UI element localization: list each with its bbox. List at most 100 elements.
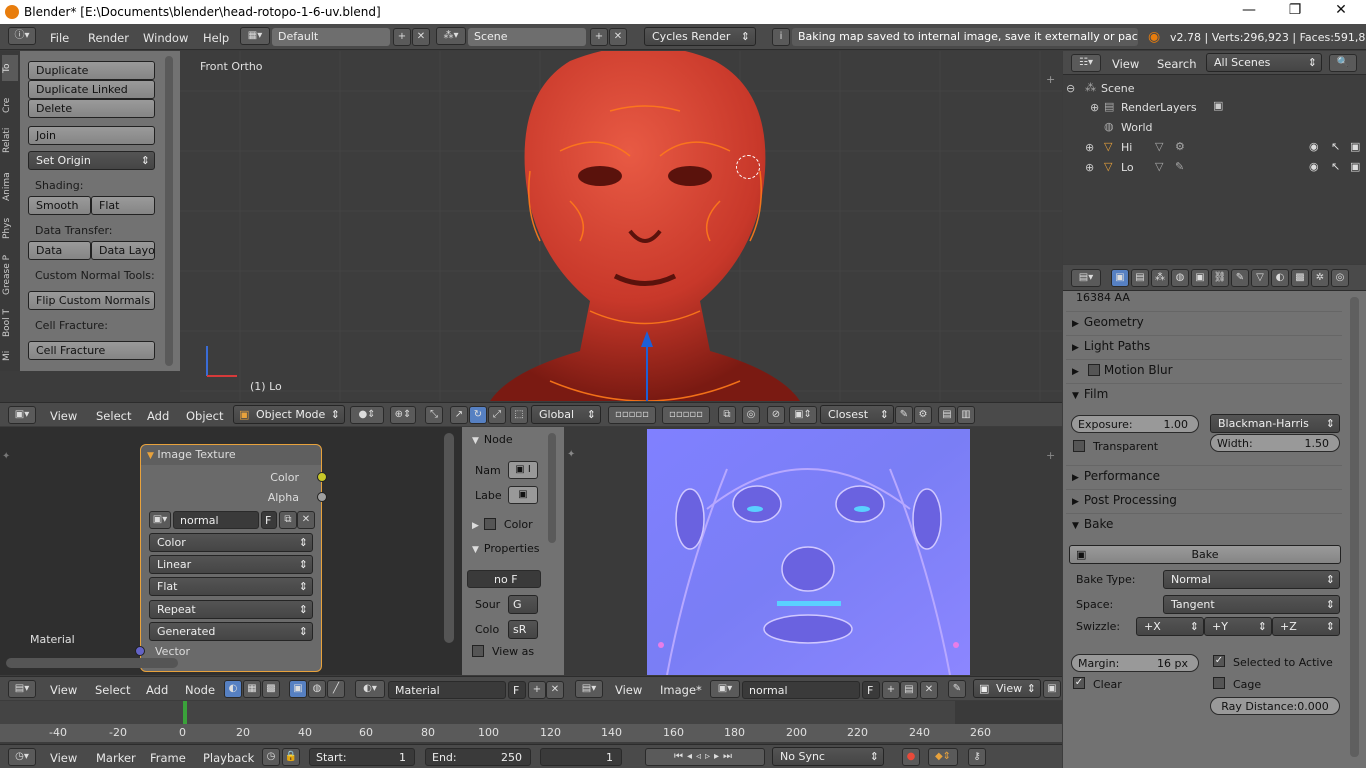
menu-file[interactable]: File — [50, 31, 69, 45]
viewport-shading-icon[interactable]: ●⇕ — [350, 406, 384, 424]
cell-fracture-button[interactable]: Cell Fracture — [28, 341, 155, 360]
bake-panel-header[interactable]: ▼ Bake — [1066, 513, 1342, 535]
exposure-field[interactable]: Exposure: 1.00 — [1071, 415, 1199, 433]
menu-window[interactable]: Window — [143, 31, 188, 45]
close-window-button[interactable]: ✕ — [1318, 2, 1364, 22]
particles-tab-icon[interactable]: ✲ — [1311, 269, 1329, 287]
image-draw-channels-icon[interactable]: ▣ — [1043, 680, 1061, 698]
data-layout-button[interactable]: Data Layo — [91, 241, 155, 260]
node-menu-node[interactable]: Node — [185, 683, 215, 697]
material-unlink-icon[interactable]: ✕ — [546, 681, 564, 699]
render-animation-icon[interactable]: ▥ — [957, 406, 975, 424]
smooth-button[interactable]: Smooth — [28, 196, 91, 215]
margin-field[interactable]: Margin: 16 px — [1071, 654, 1199, 672]
add-scene-icon[interactable]: + — [590, 28, 608, 46]
image-open-header-icon[interactable]: ▤ — [900, 681, 918, 699]
screen-layout-field[interactable]: Default — [272, 28, 390, 46]
proportional-edit-icon[interactable]: ◎ — [742, 406, 760, 424]
transparent-checkbox[interactable] — [1073, 440, 1085, 452]
hi-render-icon[interactable]: ▣ — [1350, 140, 1360, 153]
tool-shelf-scrollbar[interactable] — [165, 56, 173, 366]
projection-select[interactable]: Flat ⇕ — [149, 577, 313, 596]
timeline-menu-frame[interactable]: Frame — [150, 751, 186, 765]
performance-panel-header[interactable]: ▶ Performance — [1066, 465, 1342, 487]
hi-selectable-icon[interactable]: ↖ — [1331, 140, 1340, 153]
filter-width-field[interactable]: Width: 1.50 — [1210, 434, 1340, 452]
scale-icon[interactable]: ⬚ — [510, 406, 528, 424]
normal-space-select[interactable]: Tangent ⇕ — [1163, 595, 1340, 614]
lo-selectable-icon[interactable]: ↖ — [1331, 160, 1340, 173]
node-editor-corner-icon[interactable]: ✦ — [2, 451, 10, 462]
view-as-checkbox[interactable] — [472, 645, 484, 657]
light-paths-panel-header[interactable]: ▶ Light Paths — [1066, 335, 1342, 357]
outliner-type-icon[interactable]: ☷▾ — [1071, 54, 1101, 72]
maximize-button[interactable]: ❐ — [1272, 2, 1318, 22]
motion-blur-panel-header[interactable]: ▶ Motion Blur — [1066, 359, 1342, 381]
pin-image-icon[interactable]: ✎ — [948, 680, 966, 698]
tab-physics[interactable]: Phys — [2, 203, 18, 239]
image-texture-node[interactable]: ▼ Image Texture Color Alpha ▣▾ normal F … — [135, 444, 327, 672]
timeline-menu-view[interactable]: View — [50, 751, 77, 765]
object-shader-icon[interactable]: ▣ — [289, 680, 307, 698]
node-menu-add[interactable]: Add — [146, 683, 168, 697]
viewport-menu-view[interactable]: View — [50, 409, 77, 423]
head-model[interactable] — [470, 51, 820, 401]
color-output-socket[interactable] — [317, 472, 327, 482]
set-origin-select[interactable]: Set Origin ⇕ — [28, 151, 155, 170]
snap-align-icon[interactable]: ✎ — [895, 406, 913, 424]
timeline-menu-playback[interactable]: Playback — [203, 751, 254, 765]
properties-type-icon[interactable]: ▤▾ — [1071, 269, 1101, 287]
material-fake-user-button[interactable]: F — [508, 681, 526, 699]
modifiers-tab-icon[interactable]: ✎ — [1231, 269, 1249, 287]
data-tab-icon[interactable]: ▽ — [1251, 269, 1269, 287]
image-editor-mode-select[interactable]: ▣ View ⇕ — [973, 679, 1041, 698]
auto-keyframe-icon[interactable]: ● — [902, 748, 920, 766]
duplicate-button[interactable]: Duplicate — [28, 61, 155, 80]
image-editor-type-icon[interactable]: ▤▾ — [575, 680, 603, 698]
image-unlink-header-icon[interactable]: ✕ — [920, 681, 938, 699]
compositing-nodes-icon[interactable]: ▦ — [243, 680, 261, 698]
bake-button[interactable]: ▣ Bake — [1069, 545, 1341, 564]
bake-type-select[interactable]: Normal ⇕ — [1163, 570, 1340, 589]
outliner-renderlayers[interactable]: RenderLayers — [1121, 101, 1197, 114]
scene-tab-icon[interactable]: ⁂ — [1151, 269, 1169, 287]
tab-misc[interactable]: Mi — [2, 341, 18, 361]
texture-tab-icon[interactable]: ▩ — [1291, 269, 1309, 287]
node-name-field[interactable]: ▣ I — [508, 461, 538, 479]
image-new-icon[interactable]: ⧉ — [279, 511, 297, 529]
selected-to-active-checkbox[interactable]: ✓ — [1213, 655, 1225, 667]
lo-modifier-icon[interactable]: ✎ — [1175, 160, 1184, 173]
delete-button[interactable]: Delete — [28, 99, 155, 118]
film-panel-header[interactable]: ▼ Film — [1066, 383, 1342, 405]
swizzle-b-select[interactable]: +Z ⇕ — [1272, 617, 1340, 636]
snap-toggle-icon[interactable]: ⊘ — [767, 406, 785, 424]
texture-nodes-icon[interactable]: ▩ — [262, 680, 280, 698]
viewport-corner-icon[interactable]: + — [1046, 73, 1055, 86]
source-short-select[interactable]: G — [508, 595, 538, 614]
material-browse-icon[interactable]: ◐▾ — [355, 680, 385, 698]
image-editor-corner-plus-icon[interactable]: + — [1046, 449, 1055, 462]
viewport-menu-add[interactable]: Add — [147, 409, 169, 423]
motion-blur-checkbox[interactable] — [1088, 364, 1100, 376]
sync-mode-select[interactable]: No Sync ⇕ — [772, 747, 884, 766]
color-short-select[interactable]: sR — [508, 620, 538, 639]
scene-expand-icon[interactable]: ⊖ — [1066, 82, 1075, 95]
scene-field[interactable]: Scene — [468, 28, 586, 46]
line-style-icon[interactable]: ╱ — [327, 680, 345, 698]
color-panel-header[interactable]: ▶ Color — [472, 518, 533, 531]
current-frame-field[interactable]: 1 — [540, 748, 622, 766]
world-tab-icon[interactable]: ◍ — [1171, 269, 1189, 287]
swizzle-g-select[interactable]: +Y ⇕ — [1204, 617, 1272, 636]
swizzle-r-select[interactable]: +X ⇕ — [1136, 617, 1204, 636]
tab-bool-tool[interactable]: Bool T — [2, 297, 18, 337]
image-menu-image[interactable]: Image* — [660, 683, 702, 697]
clear-checkbox[interactable]: ✓ — [1073, 677, 1085, 689]
outliner-lo[interactable]: Lo — [1121, 161, 1134, 174]
object-tab-icon[interactable]: ▣ — [1191, 269, 1209, 287]
viewport-menu-object[interactable]: Object — [186, 409, 223, 423]
join-button[interactable]: Join — [28, 126, 155, 145]
post-processing-panel-header[interactable]: ▶ Post Processing — [1066, 489, 1342, 511]
extension-select[interactable]: Repeat ⇕ — [149, 600, 313, 619]
renderlayers-expand-icon[interactable]: ⊕ — [1090, 101, 1099, 114]
transform-orientation-select[interactable]: Global ⇕ — [531, 405, 601, 424]
